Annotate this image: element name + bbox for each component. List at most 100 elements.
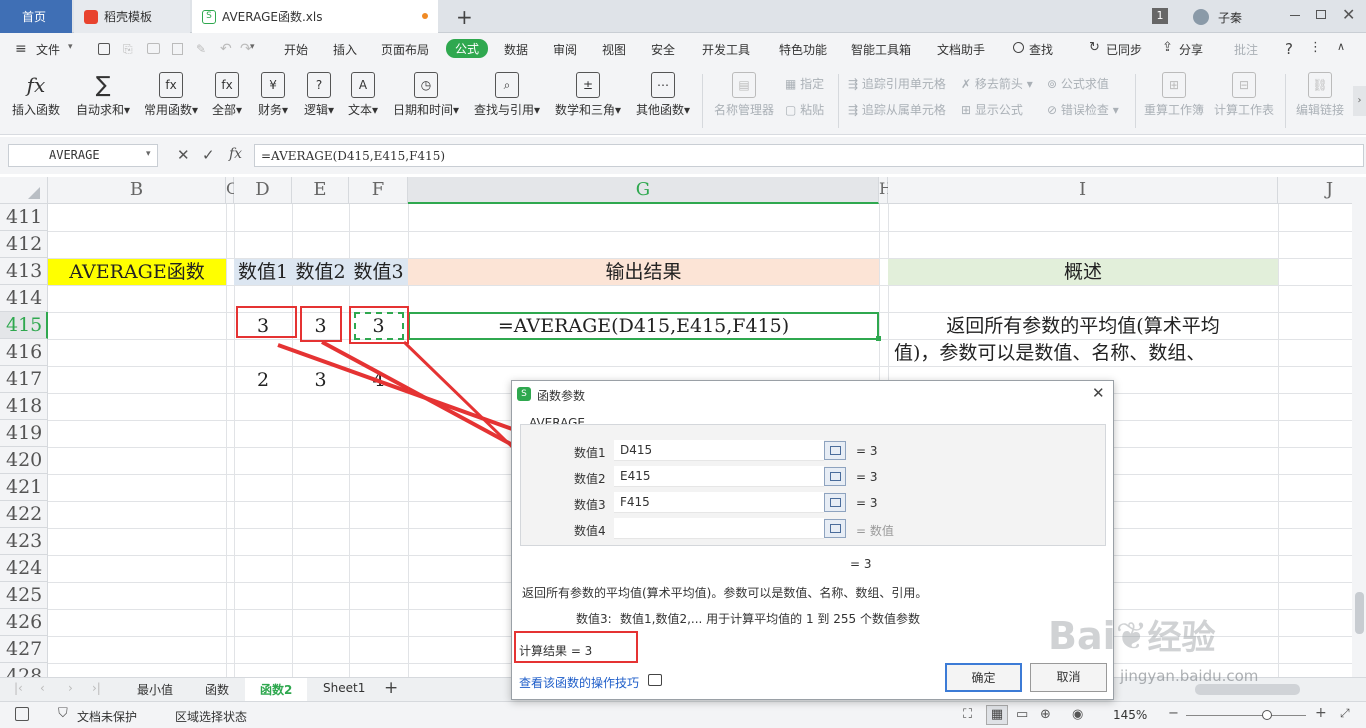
arg3-input[interactable]: F415 bbox=[614, 492, 824, 513]
arg2-collapse-button[interactable] bbox=[824, 467, 846, 486]
trace-precedents-button[interactable]: ⇶ 追踪引用单元格 bbox=[848, 75, 946, 92]
recalc-workbook-button[interactable]: ⊞ 重算工作簿 bbox=[1144, 72, 1204, 118]
page-layout-view-icon[interactable]: ▭ bbox=[1016, 707, 1028, 722]
format-painter-icon[interactable]: ✎ bbox=[196, 42, 206, 56]
cell-f413[interactable]: 数值3 bbox=[349, 259, 408, 285]
normal-view-icon[interactable]: ▦ bbox=[986, 705, 1008, 725]
common-functions-button[interactable]: fx 常用函数▾ bbox=[144, 72, 198, 118]
insert-function-button[interactable]: fx 插入函数 bbox=[12, 72, 60, 118]
dialog-close-icon[interactable]: ✕ bbox=[1092, 384, 1105, 402]
cell-i413[interactable]: 概述 bbox=[888, 259, 1278, 285]
reading-mode-icon[interactable]: ◉ bbox=[1072, 707, 1083, 722]
row-header[interactable]: 412 bbox=[0, 231, 48, 258]
column-header-i[interactable]: I bbox=[888, 177, 1278, 204]
restore-icon[interactable] bbox=[1316, 10, 1326, 19]
ribbon-scroll-right-icon[interactable]: › bbox=[1353, 86, 1366, 116]
paste-name-button[interactable]: ▢ 粘贴 bbox=[785, 101, 824, 118]
zoom-slider-handle[interactable] bbox=[1262, 710, 1272, 720]
tab-document[interactable]: S AVERAGE函数.xls bbox=[192, 0, 438, 33]
cancel-button[interactable]: 取消 bbox=[1030, 663, 1107, 692]
print-icon[interactable] bbox=[147, 43, 160, 54]
show-formulas-button[interactable]: ⊞ 显示公式 bbox=[961, 101, 1023, 118]
sheet-tab-min[interactable]: 最小值 bbox=[137, 681, 173, 698]
menu-doc-assistant[interactable]: 文档助手 bbox=[937, 41, 985, 58]
doc-protection-status[interactable]: 文档未保护 bbox=[77, 708, 137, 725]
column-header-e[interactable]: E bbox=[292, 177, 349, 204]
row-header[interactable]: 421 bbox=[0, 474, 48, 501]
ok-button[interactable]: 确定 bbox=[945, 663, 1022, 692]
video-tips-icon[interactable] bbox=[648, 674, 662, 686]
row-header[interactable]: 426 bbox=[0, 609, 48, 636]
function-tips-link[interactable]: 查看该函数的操作技巧 bbox=[519, 674, 639, 691]
fill-handle[interactable] bbox=[876, 336, 881, 341]
datetime-button[interactable]: ◷ 日期和时间▾ bbox=[393, 72, 459, 118]
save-icon[interactable] bbox=[98, 43, 110, 55]
row-header[interactable]: 411 bbox=[0, 204, 48, 231]
zoom-out-icon[interactable]: − bbox=[1168, 706, 1179, 721]
select-all-corner[interactable] bbox=[0, 177, 48, 204]
row-header[interactable]: 417 bbox=[0, 366, 48, 393]
lookup-button[interactable]: ⌕ 查找与引用▾ bbox=[474, 72, 540, 118]
menu-home[interactable]: 开始 bbox=[284, 41, 308, 58]
menu-features[interactable]: 特色功能 bbox=[779, 41, 827, 58]
tab-home[interactable]: 首页 bbox=[0, 0, 72, 33]
menu-view[interactable]: 视图 bbox=[602, 41, 626, 58]
collapse-ribbon-icon[interactable]: ∧ bbox=[1337, 40, 1345, 53]
zoom-level[interactable]: 145% bbox=[1113, 708, 1147, 722]
row-header[interactable]: 420 bbox=[0, 447, 48, 474]
evaluate-formula-button[interactable]: ⊚ 公式求值 bbox=[1047, 75, 1109, 92]
vertical-scrollbar-thumb[interactable] bbox=[1355, 592, 1364, 634]
cell-d417[interactable]: 2 bbox=[234, 367, 292, 393]
next-sheet-icon[interactable]: › bbox=[68, 681, 73, 695]
math-button[interactable]: ± 数学和三角▾ bbox=[555, 72, 621, 118]
menu-share[interactable]: 分享 bbox=[1179, 41, 1203, 58]
finance-button[interactable]: ¥ 财务▾ bbox=[258, 72, 288, 118]
remove-arrows-button[interactable]: ✗ 移去箭头 ▾ bbox=[961, 75, 1033, 92]
recalc-sheet-button[interactable]: ⊟ 计算工作表 bbox=[1214, 72, 1274, 118]
row-header[interactable]: 416 bbox=[0, 339, 48, 366]
minimize-icon[interactable] bbox=[1290, 15, 1300, 16]
add-sheet-icon[interactable]: + bbox=[384, 678, 398, 698]
menu-comment[interactable]: 批注 bbox=[1234, 41, 1258, 58]
menu-review[interactable]: 审阅 bbox=[553, 41, 577, 58]
other-functions-button[interactable]: ⋯ 其他函数▾ bbox=[636, 72, 690, 118]
cell-f417[interactable]: 4 bbox=[349, 367, 408, 393]
error-check-button[interactable]: ⊘ 错误检查 ▾ bbox=[1047, 101, 1119, 118]
hamburger-icon[interactable]: ≡ bbox=[15, 42, 27, 56]
zoom-slider[interactable] bbox=[1186, 715, 1306, 716]
formula-input[interactable]: =AVERAGE(D415,E415,F415) bbox=[254, 144, 1364, 167]
column-header-c[interactable]: C bbox=[226, 177, 238, 204]
row-header[interactable]: 427 bbox=[0, 636, 48, 663]
prev-sheet-icon[interactable]: ‹ bbox=[40, 681, 45, 695]
cell-g413[interactable]: 输出结果 bbox=[408, 259, 879, 285]
row-header[interactable]: 414 bbox=[0, 285, 48, 312]
row-header[interactable]: 424 bbox=[0, 555, 48, 582]
arg2-input[interactable]: E415 bbox=[614, 466, 824, 487]
macro-icon[interactable] bbox=[15, 707, 29, 721]
last-sheet-icon[interactable]: ›| bbox=[92, 681, 101, 695]
text-button[interactable]: A 文本▾ bbox=[348, 72, 378, 118]
row-header[interactable]: 428 bbox=[0, 663, 48, 677]
name-box-chevron-icon[interactable]: ▾ bbox=[146, 149, 151, 159]
logic-button[interactable]: ? 逻辑▾ bbox=[304, 72, 334, 118]
tab-templates[interactable]: 稻壳模板 bbox=[74, 0, 190, 33]
cell-i415-line1[interactable]: 返回所有参数的平均值(算术平均 bbox=[888, 313, 1278, 339]
help-icon[interactable]: ? bbox=[1285, 40, 1293, 58]
cell-g415[interactable]: =AVERAGE(D415,E415,F415) bbox=[408, 312, 879, 340]
more-icon[interactable]: ⋮ bbox=[1309, 40, 1322, 55]
edit-links-button[interactable]: ⛓ 编辑链接 bbox=[1296, 72, 1344, 118]
menu-developer[interactable]: 开发工具 bbox=[702, 41, 750, 58]
row-header[interactable]: 413 bbox=[0, 258, 48, 285]
menu-insert[interactable]: 插入 bbox=[333, 41, 357, 58]
fullscreen-icon[interactable]: ⤢ bbox=[1340, 706, 1350, 721]
column-header-g[interactable]: G bbox=[408, 177, 879, 204]
cell-e417[interactable]: 3 bbox=[292, 367, 349, 393]
column-header-h[interactable]: H bbox=[879, 177, 893, 204]
cancel-edit-icon[interactable]: ✕ bbox=[177, 146, 190, 164]
zoom-in-icon[interactable]: + bbox=[1315, 705, 1327, 721]
name-box[interactable]: AVERAGE bbox=[8, 144, 158, 167]
arg1-input[interactable]: D415 bbox=[614, 440, 824, 461]
avatar[interactable] bbox=[1193, 9, 1209, 25]
menu-security[interactable]: 安全 bbox=[651, 41, 675, 58]
column-header-b[interactable]: B bbox=[48, 177, 226, 204]
